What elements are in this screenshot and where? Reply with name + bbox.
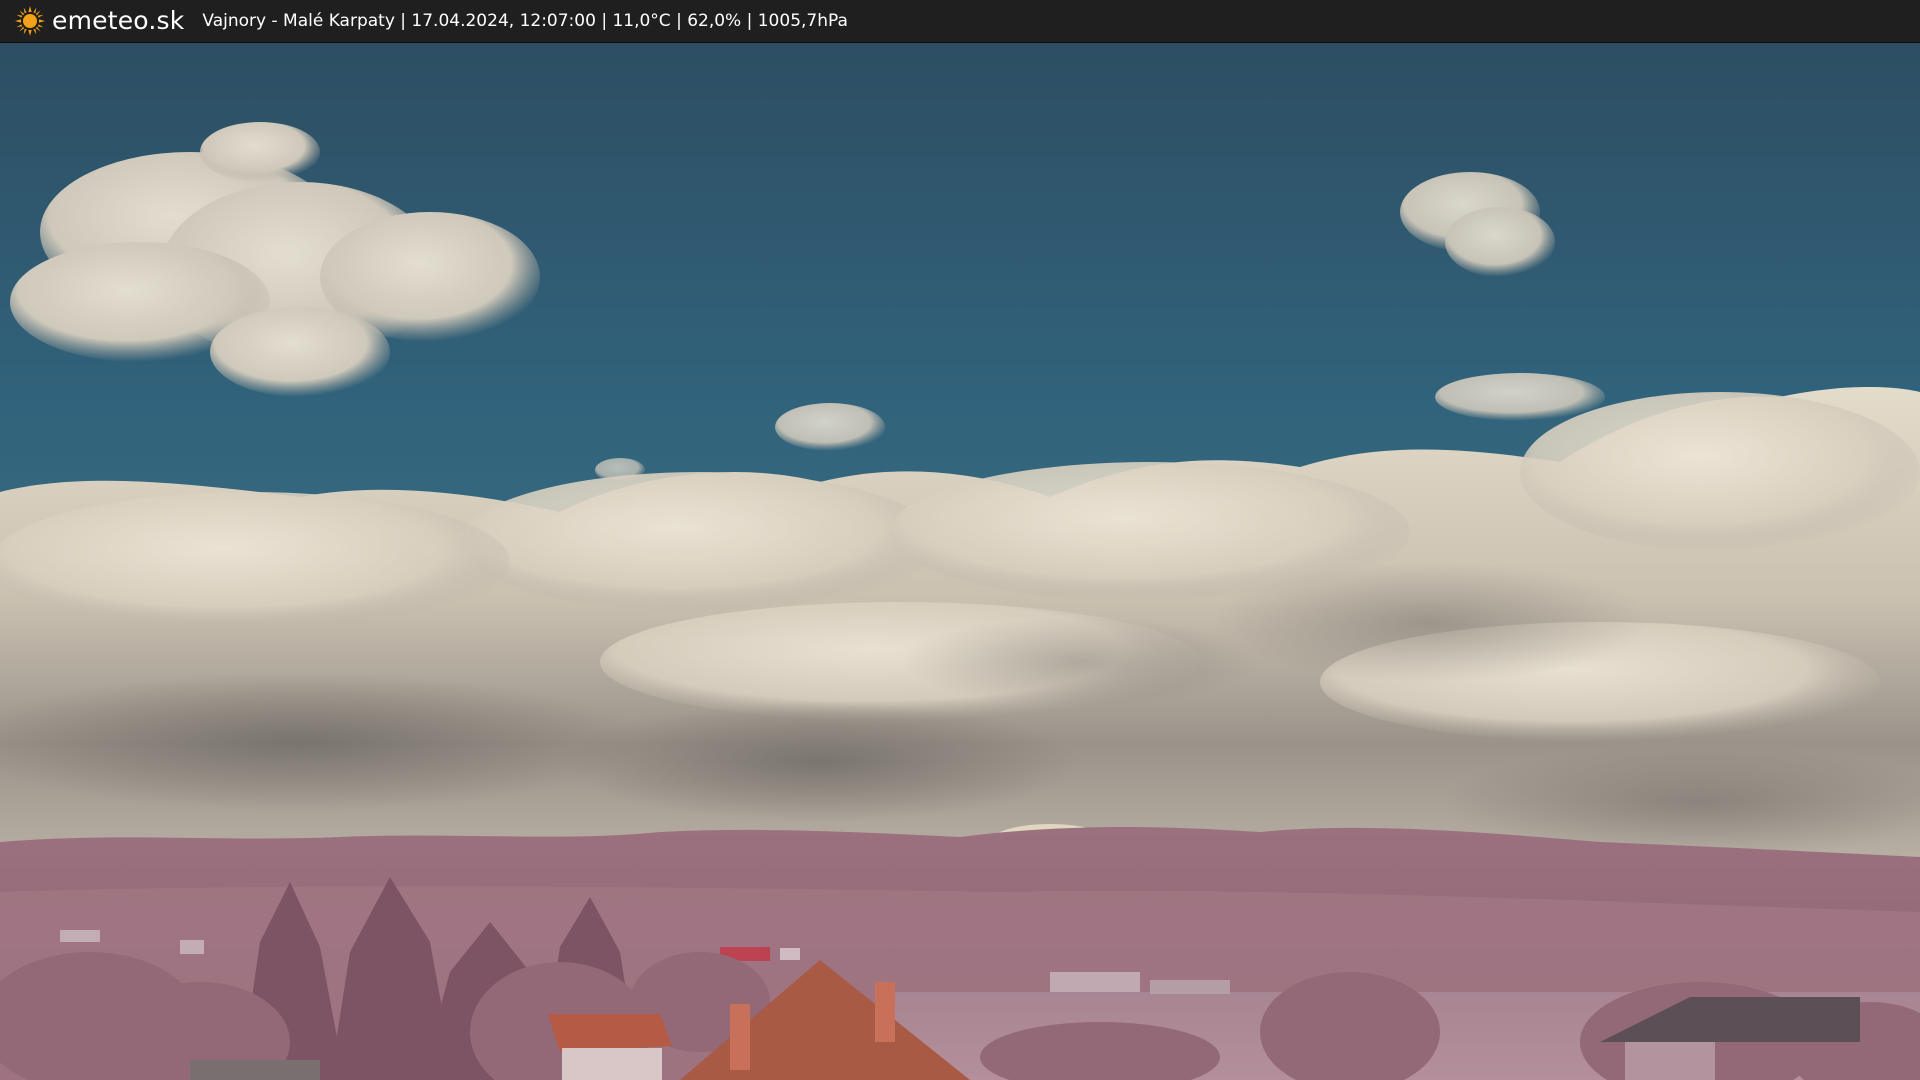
- logo[interactable]: emeteo.sk: [14, 0, 184, 42]
- sun-icon: [15, 6, 45, 36]
- webcam-image: [0, 42, 1920, 1080]
- station-info: Vajnory - Malé Karpaty | 17.04.2024, 12:…: [202, 11, 848, 31]
- webcam-frame: emeteo.sk Vajnory - Malé Karpaty | 17.04…: [0, 0, 1920, 1080]
- brand-name: emeteo.sk: [52, 6, 185, 35]
- top-info-bar: emeteo.sk Vajnory - Malé Karpaty | 17.04…: [0, 0, 1920, 43]
